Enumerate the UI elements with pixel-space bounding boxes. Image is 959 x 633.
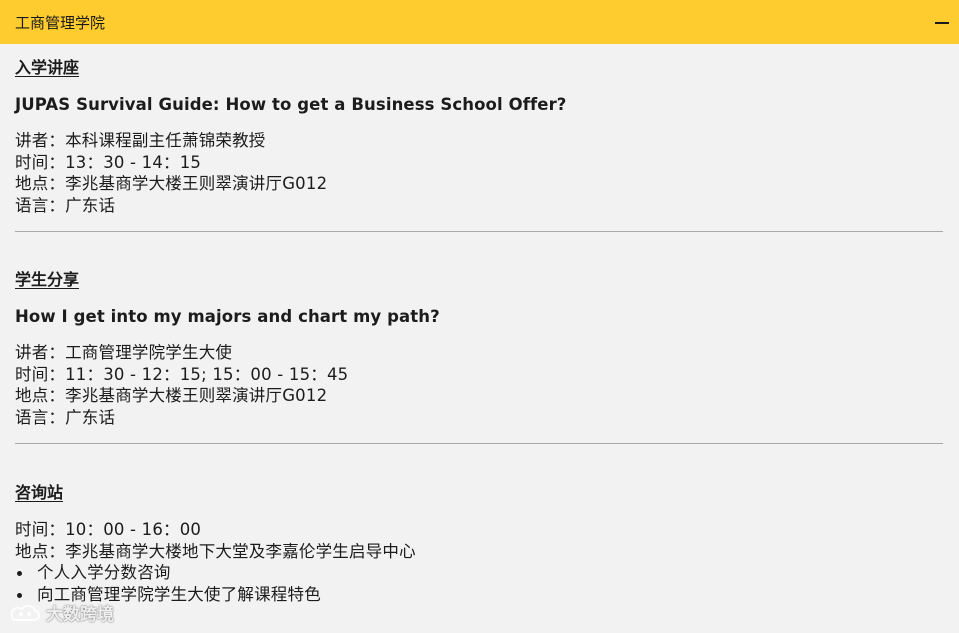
time-text: 时间：13：30 - 14：15 [15, 152, 202, 172]
logo-icon [10, 604, 41, 621]
talk-title: How I get into my majors and chart my pa… [15, 307, 440, 326]
page: 工商管理学院 入学讲座 JUPAS Survival Guide: How to… [0, 0, 959, 633]
watermark-text: 大数跨境 [46, 605, 114, 625]
language-text: 语言：广东话 [15, 195, 116, 215]
time-text: 时间：10：00 - 16：00 [15, 520, 202, 539]
language-text: 语言：广东话 [15, 407, 116, 427]
time-text: 时间：11：30 - 12：15; 15：00 - 15：45 [15, 364, 349, 384]
accordion-header[interactable]: 工商管理学院 [0, 0, 959, 44]
section-title: 入学讲座 [15, 58, 80, 77]
section-title: 咨询站 [15, 483, 64, 502]
list-item: 向工商管理学院学生大使了解课程特色 [15, 584, 943, 606]
talk-info: 讲者：本科课程副主任萧锦荣教授 时间：13：30 - 14：15 地点：李兆基商… [15, 130, 943, 216]
accordion-title: 工商管理学院 [15, 13, 106, 32]
minus-icon[interactable] [935, 15, 949, 29]
section-title: 学生分享 [15, 270, 80, 289]
talk-title: JUPAS Survival Guide: How to get a Busin… [15, 95, 567, 114]
watermark: 大数跨境 [8, 600, 114, 625]
speaker-text: 讲者：本科课程副主任萧锦荣教授 [15, 131, 266, 150]
section-admission-talk: 入学讲座 JUPAS Survival Guide: How to get a … [15, 44, 943, 216]
list-item: 个人入学分数咨询 [15, 562, 943, 584]
location-text: 地点：李兆基商学大楼地下大堂及李嘉伦学生启导中心 [15, 541, 416, 561]
booth-info: 时间：10：00 - 16：00 地点：李兆基商学大楼地下大堂及李嘉伦学生启导中… [15, 519, 943, 562]
speaker-text: 讲者：工商管理学院学生大使 [15, 343, 233, 362]
accordion-content: 入学讲座 JUPAS Survival Guide: How to get a … [0, 44, 959, 605]
booth-services-list: 个人入学分数咨询 向工商管理学院学生大使了解课程特色 [15, 562, 943, 605]
location-text: 地点：李兆基商学大楼王则翠演讲厅G012 [15, 386, 328, 405]
section-student-sharing: 学生分享 How I get into my majors and chart … [15, 232, 943, 428]
talk-info: 讲者：工商管理学院学生大使 时间：11：30 - 12：15; 15：00 - … [15, 342, 943, 428]
section-info-booth: 咨询站 时间：10：00 - 16：00 地点：李兆基商学大楼地下大堂及李嘉伦学… [15, 444, 943, 605]
location-text: 地点：李兆基商学大楼王则翠演讲厅G012 [15, 174, 328, 193]
